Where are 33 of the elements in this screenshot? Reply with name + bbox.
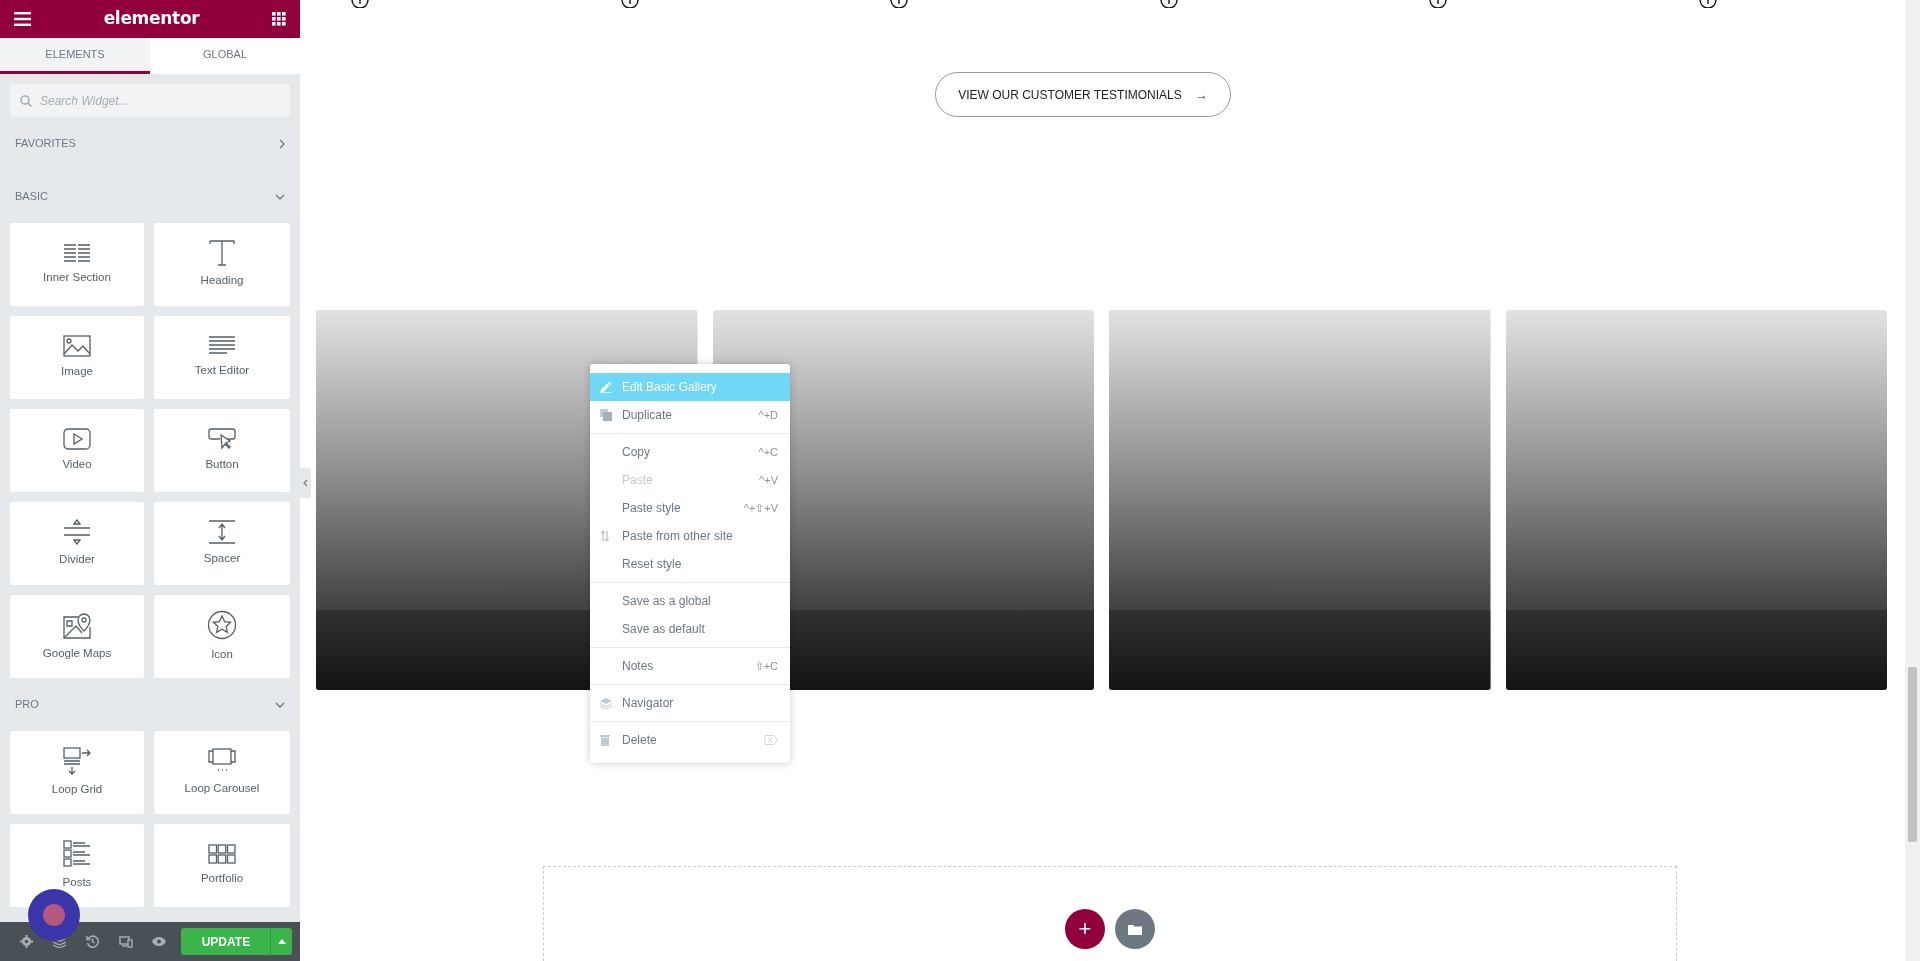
add-section-button[interactable]: +: [1065, 909, 1105, 949]
testimonials-button[interactable]: VIEW OUR CUSTOMER TESTIMONIALS →: [935, 72, 1231, 117]
widget-tile[interactable]: Divider: [10, 502, 144, 585]
search-field[interactable]: Search Widget...: [10, 84, 290, 117]
update-button[interactable]: UPDATE: [181, 928, 271, 955]
menu-item[interactable]: Reset style: [590, 550, 790, 578]
widget-tile[interactable]: Spacer: [154, 502, 290, 585]
category-title[interactable]: FAVORITES: [15, 135, 76, 152]
menu-item[interactable]: Save as default: [590, 615, 790, 643]
menu-item[interactable]: Paste from other site: [590, 522, 790, 550]
category-title[interactable]: BASIC: [15, 188, 48, 205]
widget-tile[interactable]: Video: [10, 409, 144, 492]
widget-tile[interactable]: Button: [154, 409, 290, 492]
widget-tile[interactable]: Icon: [154, 595, 290, 678]
menu-item[interactable]: Delete: [590, 726, 790, 754]
menu-item[interactable]: Copy ^+C: [590, 438, 790, 466]
menu-item[interactable]: Navigator: [590, 689, 790, 717]
widget-tile[interactable]: Inner Section: [10, 223, 144, 306]
menu-item[interactable]: Paste style ^+⇧+V: [590, 494, 790, 522]
widget-tile[interactable]: Text Editor: [154, 316, 290, 399]
logo-text: elementor: [103, 7, 200, 31]
menu-item[interactable]: Notes ⇧+C: [590, 652, 790, 680]
widget-tile[interactable]: Heading: [154, 223, 290, 306]
menu-item[interactable]: Save as a global: [590, 587, 790, 615]
widget-tile[interactable]: Loop Carousel: [154, 731, 290, 814]
widget-tile[interactable]: Image: [10, 316, 144, 399]
category-title[interactable]: PRO: [15, 696, 39, 713]
widget-tile[interactable]: Portfolio: [154, 824, 290, 907]
panel-tab[interactable]: ELEMENTS: [0, 38, 150, 74]
widget-tile[interactable]: Posts: [10, 824, 144, 907]
menu-item[interactable]: Duplicate ^+D: [590, 401, 790, 429]
widget-tile[interactable]: Google Maps: [10, 595, 144, 678]
widget-tile[interactable]: Loop Grid: [10, 731, 144, 814]
